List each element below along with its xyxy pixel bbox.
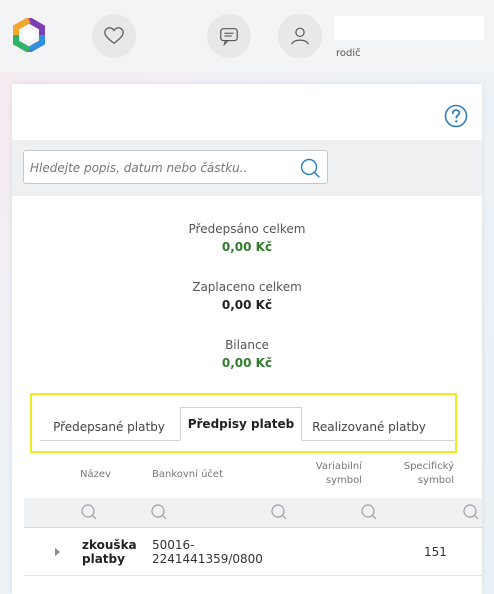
prescribed-total-label: Předepsáno celkem bbox=[188, 222, 306, 236]
search-input[interactable] bbox=[30, 157, 290, 179]
column-header-variable-line1: Variabilní bbox=[315, 461, 362, 472]
row-account-line1: 50016- bbox=[152, 538, 195, 552]
column-header-specific-line1: Specifický bbox=[403, 461, 454, 472]
expand-row-icon[interactable] bbox=[54, 548, 62, 556]
filter-name-search-icon[interactable] bbox=[80, 503, 98, 521]
top-bar: rodič bbox=[0, 0, 494, 72]
filter-extra-search-icon[interactable] bbox=[270, 503, 288, 521]
column-header-variable-line2: symbol bbox=[325, 475, 362, 486]
user-name-field bbox=[334, 16, 484, 40]
payments-card: Předepsáno celkem 0,00 Kč Zaplaceno celk… bbox=[12, 84, 482, 594]
column-header-specific-line2: symbol bbox=[417, 475, 454, 486]
row-specific-symbol-cell: 151 bbox=[424, 545, 447, 559]
filter-specific-search-icon[interactable] bbox=[462, 503, 480, 521]
column-header-variable-symbol[interactable]: Variabilní symbol bbox=[298, 460, 362, 488]
user-role-label: rodič bbox=[336, 48, 361, 59]
heart-icon bbox=[104, 27, 124, 45]
tabs-highlight-frame bbox=[30, 393, 457, 453]
filter-variable-search-icon[interactable] bbox=[360, 503, 378, 521]
message-icon bbox=[220, 28, 238, 47]
paid-total-value: 0,00 Kč bbox=[221, 298, 273, 312]
help-icon[interactable] bbox=[444, 104, 468, 128]
column-header-specific-symbol[interactable]: Specifický symbol bbox=[382, 460, 454, 488]
table-row[interactable]: zkouška platby 50016- 2241441359/0800 15… bbox=[24, 528, 482, 576]
table-filter-row bbox=[24, 498, 482, 528]
favorites-button[interactable] bbox=[92, 14, 136, 58]
column-header-account[interactable]: Bankovní účet bbox=[152, 468, 223, 482]
row-account-line2: 2241441359/0800 bbox=[152, 552, 263, 566]
row-account-cell: 50016- 2241441359/0800 bbox=[152, 538, 282, 566]
user-profile-button[interactable] bbox=[278, 14, 322, 58]
filter-account-search-icon[interactable] bbox=[150, 503, 168, 521]
search-box[interactable] bbox=[23, 150, 328, 184]
prescribed-total-value: 0,00 Kč bbox=[221, 240, 273, 254]
balance-value: 0,00 Kč bbox=[221, 356, 273, 370]
row-name-line1: zkouška bbox=[82, 538, 137, 552]
app-logo-icon[interactable] bbox=[12, 18, 46, 52]
balance-label: Bilance bbox=[225, 338, 269, 352]
messages-button[interactable] bbox=[207, 14, 251, 58]
search-bar bbox=[12, 140, 482, 196]
row-name-cell: zkouška platby bbox=[82, 538, 152, 566]
search-icon[interactable] bbox=[299, 157, 321, 179]
column-header-name[interactable]: Název bbox=[80, 468, 111, 482]
user-icon bbox=[291, 27, 309, 45]
row-name-line2: platby bbox=[82, 552, 125, 566]
paid-total-label: Zaplaceno celkem bbox=[192, 280, 302, 294]
